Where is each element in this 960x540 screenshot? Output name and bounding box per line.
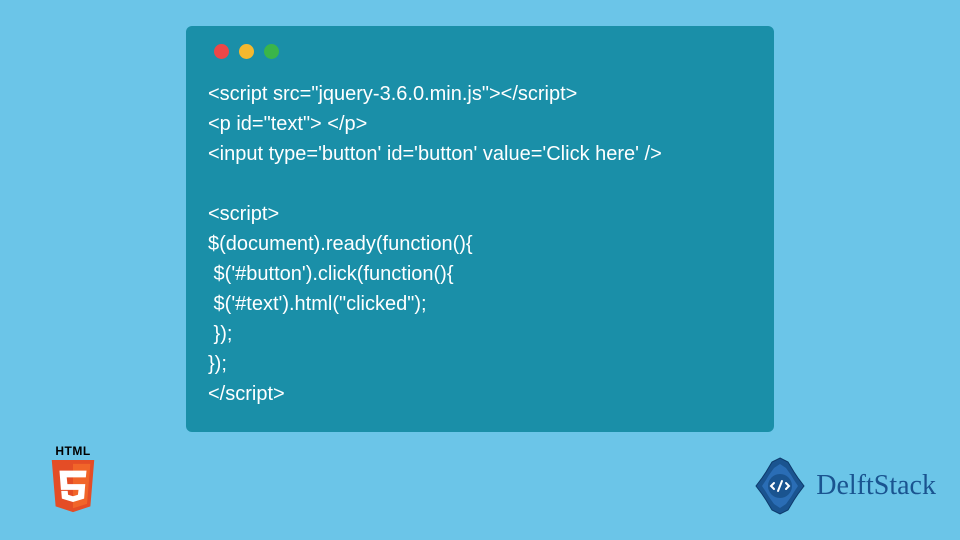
code-line: }); <box>208 353 227 375</box>
code-line: $('#text').html("clicked"); <box>208 293 427 315</box>
code-line: </script> <box>208 383 285 405</box>
code-line: $('#button').click(function(){ <box>208 263 454 285</box>
code-line: <script src="jquery-3.6.0.min.js"></scri… <box>208 83 577 105</box>
html5-label: HTML <box>55 444 90 458</box>
code-window: <script src="jquery-3.6.0.min.js"></scri… <box>186 26 774 432</box>
code-line: }); <box>208 323 232 345</box>
code-line: <p id="text"> </p> <box>208 113 367 135</box>
close-icon[interactable] <box>214 44 229 59</box>
html5-badge: HTML <box>42 444 104 516</box>
delftstack-text: DelftStack <box>816 470 936 502</box>
code-line: <script> <box>208 203 279 225</box>
maximize-icon[interactable] <box>264 44 279 59</box>
delftstack-brand: DelftStack <box>748 454 936 518</box>
code-line: <input type='button' id='button' value='… <box>208 143 662 165</box>
code-line: $(document).ready(function(){ <box>208 233 473 255</box>
window-controls <box>214 44 752 59</box>
minimize-icon[interactable] <box>239 44 254 59</box>
delftstack-logo-icon <box>748 454 812 518</box>
code-content: <script src="jquery-3.6.0.min.js"></scri… <box>208 79 752 409</box>
html5-shield-icon <box>47 460 99 516</box>
